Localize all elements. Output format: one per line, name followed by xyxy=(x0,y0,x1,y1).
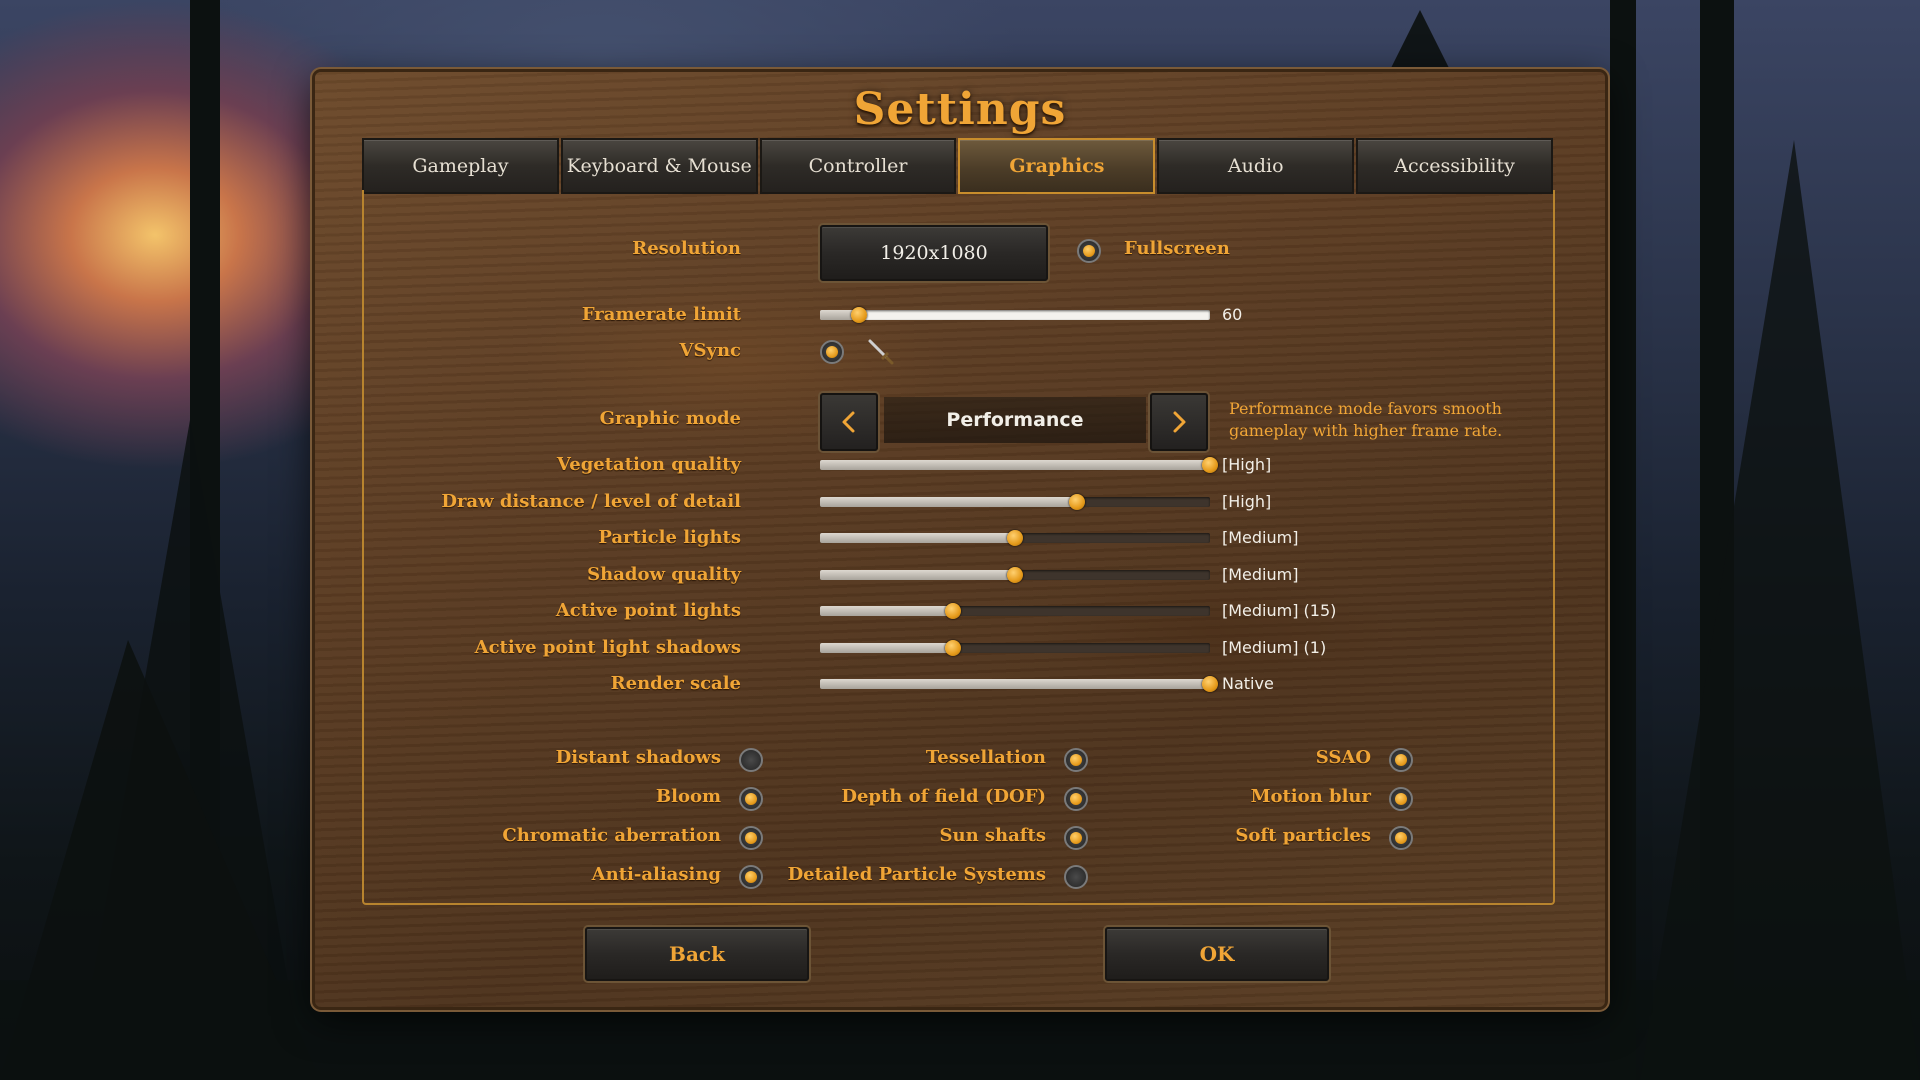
graphic-mode-label: Graphic mode xyxy=(599,408,741,429)
ssao-toggle[interactable] xyxy=(1389,748,1413,772)
slider-knob[interactable] xyxy=(851,307,867,323)
vegetation-quality-label: Vegetation quality xyxy=(556,454,741,475)
particle-lights-slider[interactable] xyxy=(820,530,1210,546)
distant-shadows-toggle[interactable] xyxy=(739,748,763,772)
particle-lights-label: Particle lights xyxy=(598,527,741,548)
chromatic-aberration-label: Chromatic aberration xyxy=(502,825,721,846)
slider-fill xyxy=(820,606,953,616)
framerate-slider[interactable] xyxy=(820,307,1210,323)
soft-particles-toggle[interactable] xyxy=(1389,826,1413,850)
slider-knob[interactable] xyxy=(944,639,961,656)
graphic-mode-display: Performance xyxy=(884,397,1146,443)
draw-distance-level-of-detail-value: [High] xyxy=(1222,491,1272,511)
slider-knob[interactable] xyxy=(1069,493,1086,510)
sword-cursor-icon xyxy=(868,339,894,365)
graphic-mode-value: Performance xyxy=(946,409,1084,431)
settings-tabs: Gameplay Keyboard & Mouse Controller Gra… xyxy=(362,138,1553,194)
graphic-mode-description: Performance mode favors smooth gameplay … xyxy=(1229,398,1502,442)
description-line-1: Performance mode favors smooth xyxy=(1229,399,1502,418)
active-point-light-shadows-label: Active point light shadows xyxy=(474,636,741,658)
chromatic-aberration-toggle[interactable] xyxy=(739,826,763,850)
tab-keyboard-mouse[interactable]: Keyboard & Mouse xyxy=(560,138,758,194)
motion-blur-label: Motion blur xyxy=(1250,786,1371,807)
active-point-light-shadows-value: [Medium] (1) xyxy=(1222,637,1327,657)
fullscreen-toggle[interactable] xyxy=(1077,239,1101,263)
slider-knob[interactable] xyxy=(1202,676,1218,692)
slider-fill xyxy=(820,569,1015,580)
slider-knob[interactable] xyxy=(1007,530,1023,546)
vsync-toggle[interactable] xyxy=(820,340,844,364)
slider-fill xyxy=(820,642,953,653)
back-button-label: Back xyxy=(669,942,725,966)
tab-gameplay[interactable]: Gameplay xyxy=(362,138,559,194)
tab-audio[interactable]: Audio xyxy=(1157,138,1355,194)
motion-blur-toggle[interactable] xyxy=(1389,787,1413,811)
bloom-toggle[interactable] xyxy=(739,787,763,811)
active-point-lights-slider[interactable] xyxy=(820,603,1210,619)
ok-button[interactable]: OK xyxy=(1105,927,1329,981)
graphic-mode-next-button[interactable] xyxy=(1150,393,1208,451)
tessellation-label: Tessellation xyxy=(925,747,1046,768)
chevron-right-icon xyxy=(1173,411,1186,433)
slider-fill xyxy=(820,679,1210,689)
resolution-value: 1920x1080 xyxy=(880,242,988,264)
draw-distance-level-of-detail-label: Draw distance / level of detail xyxy=(441,490,741,512)
resolution-label: Resolution xyxy=(632,238,741,259)
tessellation-toggle[interactable] xyxy=(1064,748,1088,772)
shadow-quality-value: [Medium] xyxy=(1222,564,1299,584)
depth-of-field-dof-toggle[interactable] xyxy=(1064,787,1088,811)
shadow-quality-slider[interactable] xyxy=(820,566,1210,583)
fullscreen-label: Fullscreen xyxy=(1124,238,1230,259)
resolution-button[interactable]: 1920x1080 xyxy=(820,225,1048,281)
vegetation-quality-value: [High] xyxy=(1222,455,1272,474)
tab-controller[interactable]: Controller xyxy=(759,138,957,194)
chevron-left-icon xyxy=(842,411,855,433)
framerate-value: 60 xyxy=(1222,305,1243,324)
tab-accessibility[interactable]: Accessibility xyxy=(1356,138,1553,194)
framerate-label: Framerate limit xyxy=(581,304,741,325)
slider-knob[interactable] xyxy=(1007,566,1023,583)
tab-graphics[interactable]: Graphics xyxy=(958,138,1156,194)
bloom-label: Bloom xyxy=(655,786,721,807)
slider-knob[interactable] xyxy=(1202,457,1218,473)
graphics-panel: Resolution 1920x1080 Fullscreen Framerat… xyxy=(362,190,1555,905)
vegetation-quality-slider[interactable] xyxy=(820,457,1218,473)
slider-knob[interactable] xyxy=(944,603,961,619)
detailed-particle-systems-toggle[interactable] xyxy=(1064,865,1088,889)
particle-lights-value: [Medium] xyxy=(1222,528,1299,547)
soft-particles-label: Soft particles xyxy=(1235,825,1371,846)
detailed-particle-systems-label: Detailed Particle Systems xyxy=(787,864,1046,885)
render-scale-value: Native xyxy=(1222,674,1274,693)
depth-of-field-dof-label: Depth of field (DOF) xyxy=(841,786,1046,807)
slider-fill xyxy=(820,496,1078,507)
sun-shafts-toggle[interactable] xyxy=(1064,826,1088,850)
ssao-label: SSAO xyxy=(1315,747,1371,768)
description-line-2: gameplay with higher frame rate. xyxy=(1229,421,1503,440)
dialog-title: Settings xyxy=(853,84,1067,135)
shadow-quality-label: Shadow quality xyxy=(587,563,741,585)
back-button[interactable]: Back xyxy=(585,927,809,981)
render-scale-label: Render scale xyxy=(610,673,741,694)
draw-distance-level-of-detail-slider[interactable] xyxy=(820,493,1210,510)
sun-shafts-label: Sun shafts xyxy=(939,825,1046,846)
graphic-mode-prev-button[interactable] xyxy=(820,393,878,451)
active-point-lights-label: Active point lights xyxy=(555,600,741,621)
vsync-label: VSync xyxy=(679,340,741,361)
ok-button-label: OK xyxy=(1199,942,1235,966)
slider-fill xyxy=(820,460,1210,470)
settings-dialog: Settings Gameplay Keyboard & Mouse Contr… xyxy=(315,72,1605,1007)
anti-aliasing-toggle[interactable] xyxy=(739,865,763,889)
active-point-light-shadows-slider[interactable] xyxy=(820,639,1210,656)
render-scale-slider[interactable] xyxy=(820,676,1218,692)
distant-shadows-label: Distant shadows xyxy=(555,747,721,768)
slider-fill xyxy=(820,533,1015,543)
anti-aliasing-label: Anti-aliasing xyxy=(591,864,721,885)
active-point-lights-value: [Medium] (15) xyxy=(1222,601,1337,620)
